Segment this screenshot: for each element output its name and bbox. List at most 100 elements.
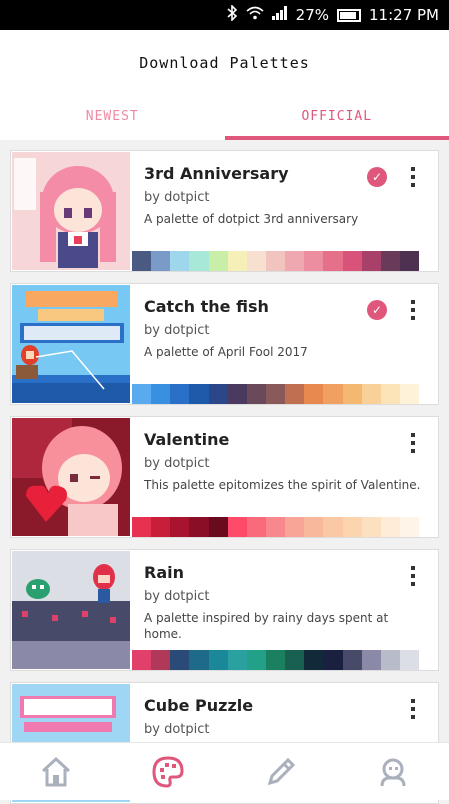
palette-card[interactable]: Catch the fish by dotpict A palette of A… — [10, 283, 439, 405]
color-swatch — [343, 384, 362, 404]
color-swatch — [132, 517, 151, 537]
palette-icon — [151, 755, 185, 789]
color-swatch — [189, 251, 208, 271]
palette-author: by dotpict — [144, 323, 210, 338]
nav-draw[interactable] — [225, 743, 337, 800]
nav-profile[interactable] — [337, 743, 449, 800]
bottom-nav — [0, 742, 449, 800]
palette-description: This palette epitomizes the spirit of Va… — [144, 477, 429, 493]
clock: 11:27 PM — [369, 6, 439, 24]
color-swatch — [170, 650, 189, 670]
color-swatch — [362, 384, 381, 404]
palette-description: A palette of April Fool 2017 — [144, 344, 429, 360]
app-header: Download Palettes NEWEST OFFICIAL — [0, 30, 449, 140]
color-swatch — [170, 517, 189, 537]
color-swatch — [285, 384, 304, 404]
palette-description: A palette inspired by rainy days spent a… — [144, 610, 429, 642]
color-swatch — [400, 517, 419, 537]
color-swatch — [228, 384, 247, 404]
more-options-button[interactable] — [406, 431, 420, 455]
color-swatches — [132, 517, 419, 537]
color-swatch — [381, 650, 400, 670]
color-swatch — [228, 650, 247, 670]
color-swatch — [381, 251, 400, 271]
tab-official[interactable]: OFFICIAL — [225, 105, 449, 140]
more-options-button[interactable] — [406, 697, 420, 721]
palette-thumbnail — [12, 418, 130, 536]
page-title: Download Palettes — [0, 54, 449, 72]
signal-icon — [272, 6, 288, 24]
battery-icon — [337, 9, 361, 22]
color-swatches — [132, 251, 419, 271]
palette-thumbnail — [12, 152, 130, 270]
color-swatch — [132, 650, 151, 670]
color-swatch — [323, 650, 342, 670]
profile-icon — [376, 755, 410, 789]
color-swatch — [228, 251, 247, 271]
palette-card[interactable]: 3rd Anniversary by dotpict A palette of … — [10, 150, 439, 272]
color-swatch — [132, 384, 151, 404]
color-swatch — [189, 517, 208, 537]
color-swatch — [323, 384, 342, 404]
color-swatch — [247, 517, 266, 537]
downloaded-check-icon: ✓ — [367, 167, 387, 187]
color-swatch — [343, 650, 362, 670]
nav-palettes[interactable] — [112, 743, 224, 800]
color-swatch — [266, 650, 285, 670]
color-swatch — [400, 251, 419, 271]
palette-thumbnail — [12, 285, 130, 403]
palette-card[interactable]: Rain by dotpict A palette inspired by ra… — [10, 549, 439, 671]
color-swatch — [151, 517, 170, 537]
color-swatch — [343, 251, 362, 271]
color-swatch — [266, 251, 285, 271]
palette-card[interactable]: Valentine by dotpict This palette epitom… — [10, 416, 439, 538]
color-swatch — [400, 384, 419, 404]
color-swatch — [209, 650, 228, 670]
downloaded-check-icon: ✓ — [367, 300, 387, 320]
wifi-icon — [246, 6, 264, 24]
more-options-button[interactable] — [406, 165, 420, 189]
color-swatch — [285, 251, 304, 271]
bluetooth-icon — [226, 5, 238, 25]
color-swatch — [151, 384, 170, 404]
palette-thumbnail — [12, 551, 130, 669]
palette-description: A palette of dotpict 3rd anniversary — [144, 211, 429, 227]
color-swatch — [381, 384, 400, 404]
status-bar: 27% 11:27 PM — [0, 0, 449, 30]
color-swatch — [304, 251, 323, 271]
color-swatch — [362, 251, 381, 271]
color-swatch — [381, 517, 400, 537]
color-swatch — [266, 384, 285, 404]
nav-home[interactable] — [0, 743, 112, 800]
color-swatch — [189, 384, 208, 404]
color-swatch — [266, 517, 285, 537]
palette-author: by dotpict — [144, 722, 210, 737]
color-swatch — [189, 650, 208, 670]
home-icon — [39, 755, 73, 789]
color-swatch — [343, 517, 362, 537]
color-swatch — [285, 517, 304, 537]
color-swatch — [323, 251, 342, 271]
palette-title: Rain — [144, 563, 184, 582]
color-swatch — [170, 251, 189, 271]
tab-bar: NEWEST OFFICIAL — [0, 105, 449, 140]
more-options-button[interactable] — [406, 298, 420, 322]
more-options-button[interactable] — [406, 564, 420, 588]
color-swatch — [247, 650, 266, 670]
color-swatch — [362, 517, 381, 537]
palette-author: by dotpict — [144, 190, 210, 205]
color-swatch — [170, 384, 189, 404]
color-swatch — [151, 650, 170, 670]
color-swatches — [132, 384, 419, 404]
color-swatch — [304, 517, 323, 537]
color-swatch — [304, 384, 323, 404]
color-swatch — [323, 517, 342, 537]
color-swatch — [209, 517, 228, 537]
tab-newest[interactable]: NEWEST — [0, 105, 225, 140]
palette-title: Valentine — [144, 430, 229, 449]
color-swatch — [151, 251, 170, 271]
color-swatch — [400, 650, 419, 670]
palette-author: by dotpict — [144, 456, 210, 471]
color-swatch — [132, 251, 151, 271]
battery-percent: 27% — [296, 6, 329, 24]
